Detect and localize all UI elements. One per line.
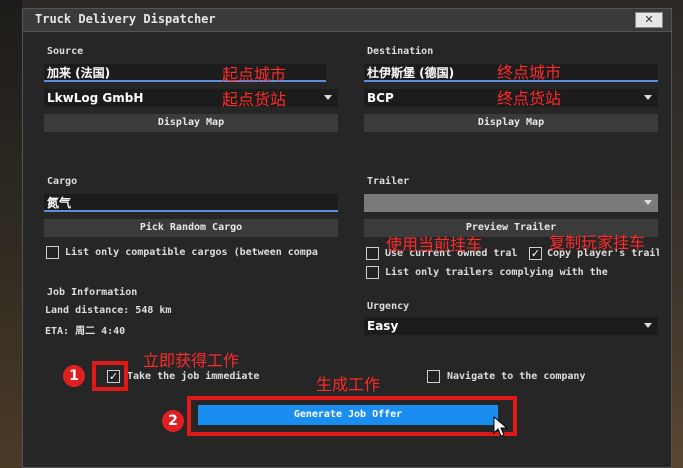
step-2-badge: 2: [162, 410, 184, 432]
annotation-start-city: 起点城市: [222, 65, 287, 84]
urgency-label: Urgency: [367, 301, 410, 312]
window-title: Truck Delivery Dispatcher: [35, 12, 216, 26]
annotation-use-current-trailer: 使用当前挂车: [386, 235, 483, 254]
destination-company-value: BCP: [367, 91, 394, 105]
compatible-cargo-label: List only compatible cargos (between com…: [65, 247, 318, 258]
navigate-checkbox[interactable]: [427, 370, 440, 383]
urgency-select[interactable]: Easy: [364, 317, 658, 335]
source-display-map-button[interactable]: Display Map: [44, 114, 338, 132]
title-bar: Truck Delivery Dispatcher ✕: [23, 9, 671, 32]
close-button[interactable]: ✕: [635, 12, 663, 28]
pick-random-cargo-button[interactable]: Pick Random Cargo: [44, 219, 338, 237]
source-company-select[interactable]: LkwLog GmbH: [44, 89, 338, 107]
annotation-get-job-now: 立即获得工作: [143, 351, 240, 370]
use-current-trailer-checkbox[interactable]: [366, 247, 379, 260]
urgency-value: Easy: [367, 319, 399, 333]
take-job-label: Take the job immediate: [127, 371, 260, 382]
highlight-generate-button: [187, 396, 517, 436]
annotation-start-depot: 起点货站: [222, 90, 287, 109]
job-info-heading: Job Information: [47, 287, 138, 298]
chevron-down-icon: [644, 95, 652, 100]
background-left: [0, 0, 22, 468]
cargo-field[interactable]: 氮气: [44, 194, 338, 212]
copy-player-trailer-checkbox[interactable]: ✓: [529, 247, 542, 260]
cargo-value: 氮气: [47, 196, 72, 210]
source-company-value: LkwLog GmbH: [47, 91, 144, 105]
annotation-copy-player-trailer: 复制玩家挂车: [549, 233, 646, 252]
destination-city-value: 杜伊斯堡 (德国): [367, 66, 455, 80]
land-distance: Land distance: 548 km: [45, 305, 172, 316]
source-city-value: 加来 (法国): [47, 66, 111, 80]
chevron-down-icon: [324, 95, 332, 100]
trailer-select[interactable]: [364, 194, 658, 212]
compatible-cargo-checkbox[interactable]: [46, 246, 59, 259]
trailer-label: Trailer: [367, 176, 410, 187]
eta: ETA: 周二 4:40: [45, 326, 126, 337]
chevron-down-icon: [644, 200, 652, 205]
list-complying-trailers-label: List only trailers complying with the: [385, 267, 608, 278]
annotation-generate-job: 生成工作: [316, 375, 381, 394]
annotation-end-city: 终点城市: [497, 63, 562, 82]
navigate-label: Navigate to the company: [447, 371, 586, 382]
destination-label: Destination: [367, 46, 434, 57]
highlight-take-job: [92, 361, 128, 391]
list-complying-trailers-checkbox[interactable]: [366, 266, 379, 279]
chevron-down-icon: [644, 323, 652, 328]
mouse-cursor-icon: [493, 416, 509, 437]
step-1-badge: 1: [63, 365, 85, 387]
destination-display-map-button[interactable]: Display Map: [364, 114, 658, 132]
annotation-end-depot: 终点货站: [497, 89, 562, 108]
source-label: Source: [47, 46, 84, 57]
close-icon: ✕: [644, 13, 654, 26]
cargo-label: Cargo: [47, 176, 78, 187]
